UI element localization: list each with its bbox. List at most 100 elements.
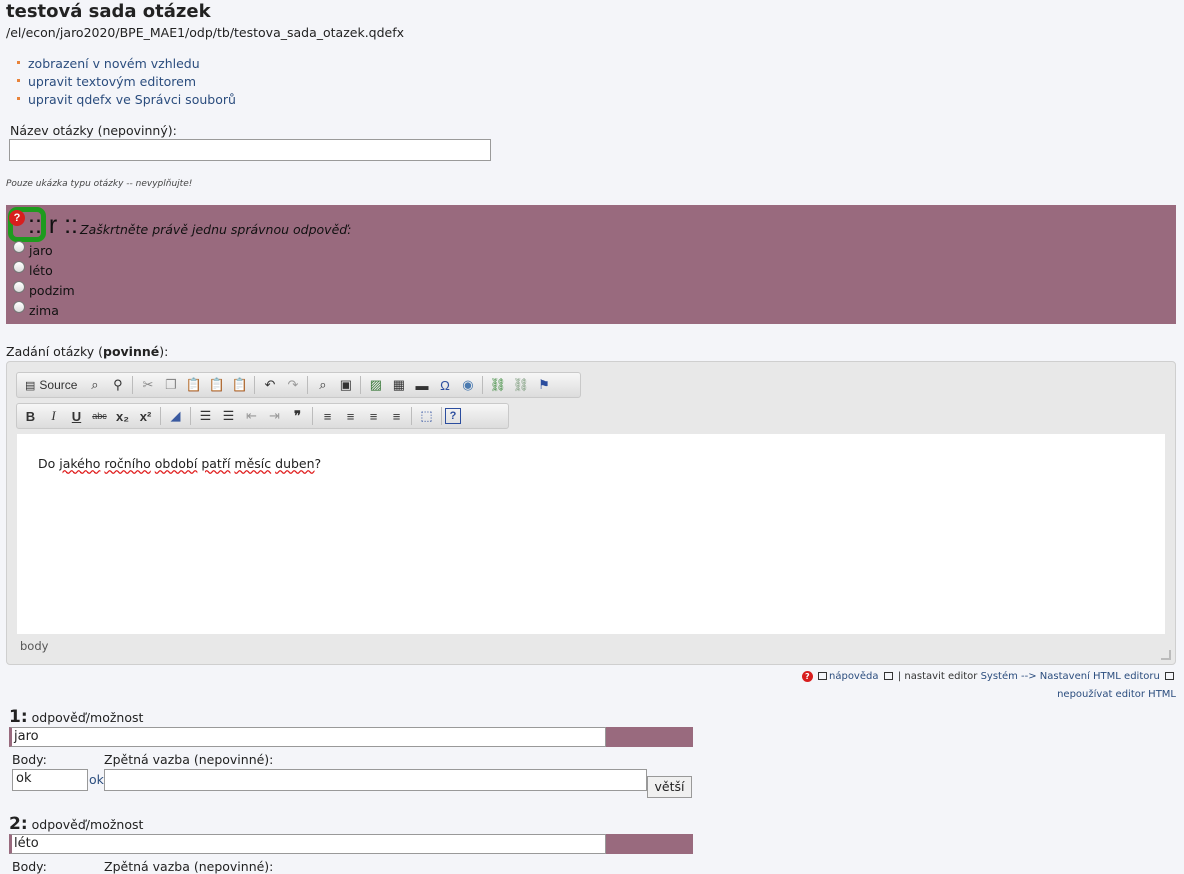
toolbar-separator [307,376,309,394]
anchor-flag-icon[interactable]: ⚑ [532,374,555,396]
radio-button[interactable] [13,240,25,253]
option-label: jaro [29,243,53,258]
question-instruction: Zaškrtněte právě jednu správnou odpověď: [80,222,352,237]
preview-note: Pouze ukázka typu otázky -- nevyplňujte! [6,179,193,189]
find-icon[interactable]: ⚲ [106,374,129,396]
question-name-input[interactable] [9,139,491,161]
editor-links-row-1: ? nápověda | nastavit editor Systém --> … [801,668,1176,686]
bigger-button[interactable]: větší [647,776,692,798]
editor-content-area[interactable]: Do jakého ročního období patří měsíc dub… [17,434,1165,634]
points-label: Body: [12,752,47,767]
option-label: léto [29,263,53,278]
strike-button[interactable]: abc [88,405,111,427]
editor-toolbar-1: ▤ Source ⌕ ⚲ ✂ ❐ 📋 📋 📋 ↶ ↷ ⌕ ▣ ▨ ▦ ▬ Ω ◉ … [16,372,581,398]
horizontal-rule-icon[interactable]: ▬ [410,374,433,396]
question-type-marker: :: r :: [28,211,78,239]
select-all-icon[interactable]: ▣ [334,374,357,396]
unlink-icon[interactable]: ⛓ [509,374,532,396]
option-podzim[interactable]: podzim [13,280,75,298]
toolbar-separator [441,407,442,425]
special-char-icon[interactable]: Ω [433,374,456,396]
answer-1: 1: odpověď/možnost jaro Body: Zpětná vaz… [9,707,699,798]
resize-handle[interactable] [1161,650,1171,660]
blockquote-icon[interactable]: ❞ [286,405,309,427]
feedback-textarea[interactable] [104,769,647,791]
paste-text-icon[interactable]: 📋 [205,374,228,396]
html-editor: ▤ Source ⌕ ⚲ ✂ ❐ 📋 📋 📋 ↶ ↷ ⌕ ▣ ▨ ▦ ▬ Ω ◉ … [6,361,1176,665]
page-title: testová sada otázek [6,1,211,22]
answer-heading-label: odpověď/možnost [31,817,144,832]
find-replace-icon[interactable]: ⌕ [311,374,334,396]
indent-icon[interactable]: ⇥ [263,405,286,427]
paste-word-icon[interactable]: 📋 [228,374,251,396]
answer-color-swatch [606,727,693,747]
align-center-icon[interactable]: ≡ [339,405,362,427]
text-word: období [154,456,198,471]
toolbar-separator [132,376,134,394]
option-zima[interactable]: zima [13,300,59,318]
external-link-icon [818,672,827,680]
radio-button[interactable] [13,280,25,293]
maximize-icon[interactable]: ⬚ [415,405,438,427]
radio-button[interactable] [13,260,25,273]
radio-button[interactable] [13,300,25,313]
align-right-icon[interactable]: ≡ [362,405,385,427]
disable-html-editor-link[interactable]: nepoužívat editor HTML [1057,689,1176,700]
element-path[interactable]: body [20,639,48,653]
link-item: zobrazení v novém vzhledu [16,55,236,73]
align-left-icon[interactable]: ≡ [316,405,339,427]
answer-heading: 1: odpověď/možnost [9,707,699,727]
subscript-button[interactable]: x₂ [111,405,134,427]
option-leto[interactable]: léto [13,260,53,278]
answer-input[interactable]: léto [9,834,606,854]
answer-input[interactable]: jaro [9,727,606,747]
eraser-icon[interactable]: ◢ [164,405,187,427]
question-text: Do jakého ročního období patří měsíc dub… [38,456,321,471]
italic-button[interactable]: I [42,405,65,427]
text-word: jakého [59,456,101,471]
points-input[interactable]: ok [12,769,88,791]
cut-icon[interactable]: ✂ [136,374,159,396]
source-icon: ▤ [25,379,36,392]
help-icon: ? [801,671,813,682]
outdent-icon[interactable]: ⇤ [240,405,263,427]
image-icon[interactable]: ▨ [364,374,387,396]
answer-2: 2: odpověď/možnost léto Body: Zpětná vaz… [9,814,699,874]
source-button[interactable]: ▤ Source [19,374,83,396]
preview-icon[interactable]: ⌕ [83,374,106,396]
answer-color-swatch [606,834,693,854]
help-link[interactable]: nápověda [829,671,878,682]
numbered-list-icon[interactable]: ☰ [194,405,217,427]
toolbar-separator [160,407,161,425]
external-link-icon [883,672,893,680]
file-manager-link[interactable]: upravit qdefx ve Správci souborů [28,92,236,107]
help-icon[interactable]: ? [9,210,25,226]
action-links: zobrazení v novém vzhledu upravit textov… [16,55,236,109]
new-look-link[interactable]: zobrazení v novém vzhledu [28,56,200,71]
text-word: patří [201,456,231,471]
toolbar-separator [411,407,412,425]
link-icon[interactable]: ⛓ [486,374,509,396]
text-word: Do [38,456,60,471]
about-help-icon[interactable]: ? [445,408,461,424]
table-icon[interactable]: ▦ [387,374,410,396]
justify-icon[interactable]: ≡ [385,405,408,427]
text-word: ročního [104,456,151,471]
option-label: zima [29,303,59,318]
editor-settings-link[interactable]: Systém --> Nastavení HTML editoru [981,671,1160,682]
copy-icon[interactable]: ❐ [159,374,182,396]
text-editor-link[interactable]: upravit textovým editorem [28,74,196,89]
undo-icon[interactable]: ↶ [258,374,281,396]
superscript-button[interactable]: x² [134,405,157,427]
editor-toolbar-2: B I U abc x₂ x² ◢ ☰ ☰ ⇤ ⇥ ❞ ≡ ≡ ≡ ≡ ⬚ ? [16,403,509,429]
file-path: /el/econ/jaro2020/BPE_MAE1/odp/tb/testov… [6,25,405,40]
option-jaro[interactable]: jaro [13,240,53,258]
text-word: měsíc [234,456,272,471]
bullet-list-icon[interactable]: ☰ [217,405,240,427]
bold-button[interactable]: B [19,405,42,427]
globe-icon[interactable]: ◉ [456,374,479,396]
redo-icon[interactable]: ↷ [281,374,304,396]
paste-icon[interactable]: 📋 [182,374,205,396]
underline-button[interactable]: U [65,405,88,427]
ok-link[interactable]: ok [89,772,104,787]
